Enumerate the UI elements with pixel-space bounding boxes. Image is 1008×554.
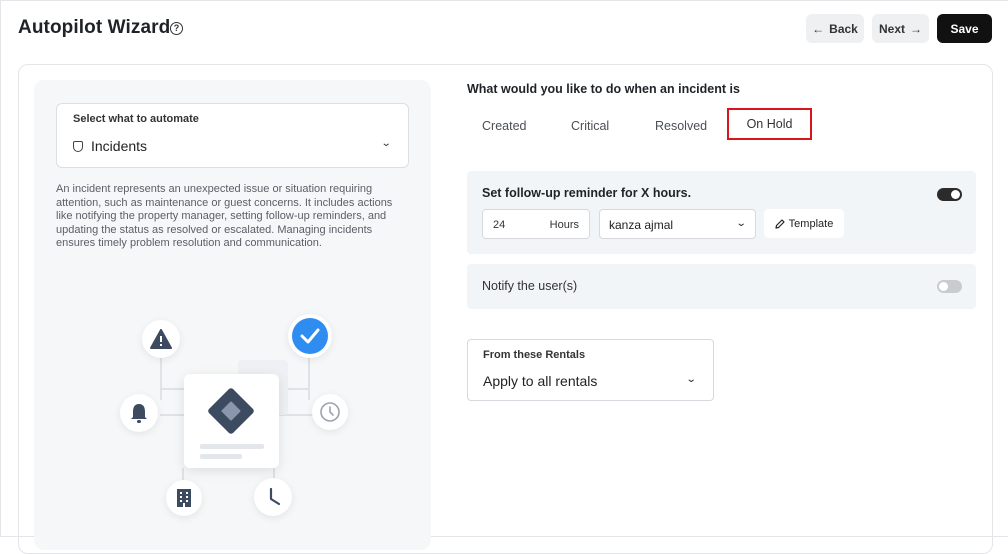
clock-icon (312, 394, 348, 430)
notify-toggle[interactable] (937, 280, 962, 293)
incident-card (184, 374, 279, 468)
automation-description: An incident represents an unexpected iss… (56, 183, 393, 249)
back-button[interactable]: ← Back (806, 14, 864, 43)
check-circle-icon (288, 314, 332, 358)
template-label: Template (788, 217, 834, 230)
hours-value: 24 (493, 219, 506, 231)
toggle-knob (951, 190, 960, 199)
tab-created[interactable]: Created (482, 119, 526, 133)
building-icon (166, 480, 202, 516)
pencil-icon (775, 218, 785, 229)
tab-on-hold[interactable]: On Hold (727, 108, 812, 140)
chevron-down-icon: ⌄ (380, 138, 392, 149)
arrow-left-icon: ← (812, 21, 825, 36)
shield-icon (73, 140, 83, 152)
chevron-down-icon: ⌄ (685, 374, 697, 385)
automate-select-value: Incidents (73, 138, 147, 154)
back-label: Back (829, 21, 858, 36)
user-select-value: kanza ajmal (609, 218, 674, 232)
automate-select-label: Select what to automate (73, 113, 199, 125)
arrow-right-icon: → (910, 21, 922, 36)
hours-unit: Hours (549, 219, 579, 231)
automate-select-text: Incidents (91, 138, 148, 154)
rentals-value: Apply to all rentals (483, 373, 598, 389)
followup-toggle[interactable] (937, 188, 962, 201)
template-button[interactable]: Template (764, 209, 844, 238)
rentals-select[interactable]: From these Rentals Apply to all rentals … (467, 339, 714, 401)
save-button[interactable]: Save (937, 14, 992, 43)
connector-line (160, 388, 186, 390)
next-label: Next (878, 21, 905, 36)
next-button[interactable]: Next → (872, 14, 929, 43)
chevron-down-icon: ⌄ (735, 218, 747, 229)
diamond-icon (206, 386, 256, 436)
followup-reminder-panel: Set follow-up reminder for X hours. 24 H… (467, 171, 976, 254)
rentals-label: From these Rentals (483, 349, 586, 361)
followup-title: Set follow-up reminder for X hours. (482, 186, 692, 200)
page-title: Autopilot Wizard (18, 17, 171, 38)
connector-line (160, 414, 184, 416)
user-select[interactable]: kanza ajmal ⌄ (599, 209, 756, 239)
notify-users-panel: Notify the user(s) (467, 264, 976, 309)
tab-resolved[interactable]: Resolved (655, 119, 707, 133)
incident-question: What would you like to do when an incide… (467, 82, 740, 96)
notify-title: Notify the user(s) (482, 279, 578, 293)
warning-icon (142, 320, 180, 358)
help-icon[interactable]: ? (170, 22, 183, 35)
toggle-knob (939, 282, 948, 291)
incident-illustration (100, 290, 400, 535)
bell-icon (120, 394, 158, 432)
tab-critical[interactable]: Critical (571, 119, 609, 133)
automate-select[interactable]: Select what to automate Incidents ⌄ (56, 103, 409, 168)
hours-input[interactable]: 24 Hours (482, 209, 590, 239)
placeholder-bar (200, 444, 264, 449)
placeholder-bar (200, 454, 242, 459)
clock-hands-icon (254, 478, 292, 516)
